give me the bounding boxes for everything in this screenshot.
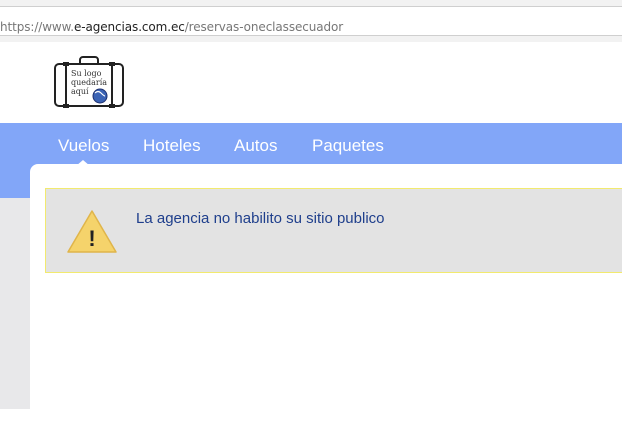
alert-message: La agencia no habilito su sitio publico: [136, 210, 385, 227]
warning-symbol: !: [88, 226, 95, 251]
left-gutter: [0, 198, 30, 409]
url-host: e-agencias.com.ec: [73, 20, 185, 34]
agency-logo[interactable]: Su logo quedaría aquí: [53, 56, 127, 110]
url-prefix: https://www.: [0, 20, 74, 34]
url-text[interactable]: https://www.e-agencias.com.ec/reservas-o…: [0, 20, 343, 34]
nav-item-hoteles[interactable]: Hoteles: [143, 136, 201, 156]
header: Su logo quedaría aquí: [0, 42, 622, 123]
warning-icon: !: [67, 210, 117, 253]
address-field[interactable]: https://www.e-agencias.com.ec/reservas-o…: [0, 6, 622, 36]
browser-url-bar: https://www.e-agencias.com.ec/reservas-o…: [0, 0, 622, 42]
url-path: /reservas-oneclassecuador: [184, 20, 344, 34]
nav-item-vuelos[interactable]: Vuelos: [58, 136, 109, 156]
nav-item-paquetes[interactable]: Paquetes: [312, 136, 384, 156]
warning-alert: ! La agencia no habilito su sitio public…: [45, 188, 622, 273]
nav-item-autos[interactable]: Autos: [234, 136, 277, 156]
logo-placeholder-text: Su logo quedaría aquí: [71, 69, 108, 96]
